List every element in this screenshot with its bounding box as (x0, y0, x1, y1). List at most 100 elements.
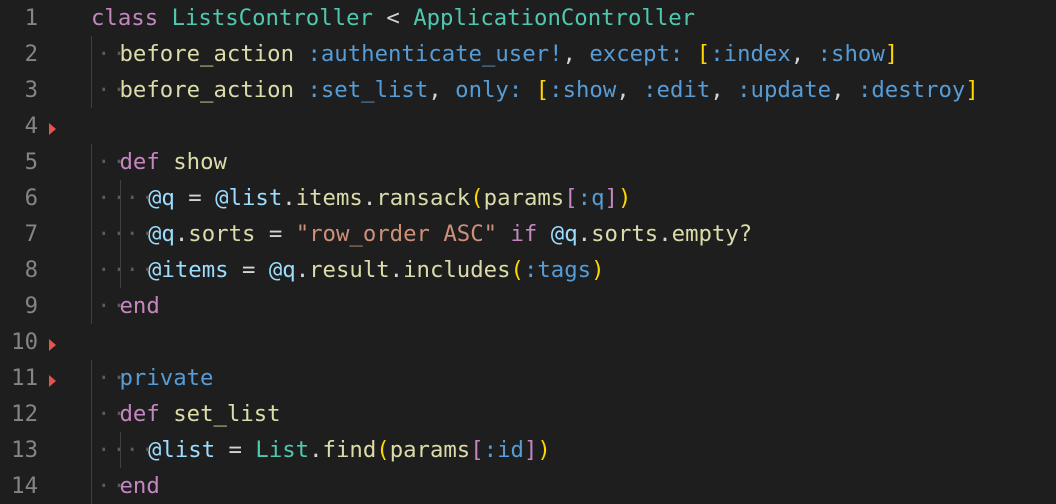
whitespace-dots: ·· (97, 257, 128, 283)
code-token: @items (148, 257, 229, 283)
code-line[interactable]: 6 @q = @list.items.ransack(params[:q]) ·· ·… (0, 180, 1056, 216)
code-token: result (309, 257, 390, 283)
code-token: ] (604, 185, 618, 211)
code-token: only: (455, 77, 523, 103)
whitespace-dots: ·· (97, 185, 128, 211)
code-token: [ (564, 185, 578, 211)
fold-marker-icon[interactable] (49, 123, 56, 135)
code-token: :authenticate_user! (307, 41, 563, 67)
code-token: ) (591, 257, 605, 283)
code-token: , (831, 77, 858, 103)
fold-marker-icon[interactable] (49, 339, 56, 351)
code-token: . (309, 437, 323, 463)
code-line[interactable]: 3 before_action :set_list, only: [:show, … (0, 72, 1056, 108)
code-token: private (119, 365, 214, 391)
indent-guide (91, 144, 92, 180)
line-number: 9 (24, 293, 38, 319)
line-number: 2 (24, 41, 38, 67)
code-token: ( (510, 257, 524, 283)
code-token: . (389, 257, 404, 283)
code-token: :show (817, 41, 885, 67)
code-editor[interactable]: 1 class ListsController < ApplicationCont… (0, 0, 1056, 504)
line-number: 13 (11, 437, 38, 463)
whitespace-dots: ·· (97, 149, 128, 175)
code-line[interactable]: 14 end ·· (0, 468, 1056, 504)
code-token: :edit (643, 77, 711, 103)
code-token: except: (589, 41, 684, 67)
whitespace-dots: ·· (125, 185, 157, 211)
code-token: ( (470, 185, 484, 211)
code-line[interactable]: 4 (0, 108, 1056, 144)
code-line[interactable]: 13 @list = List.find(params[:id]) ·· ·· (0, 432, 1056, 468)
code-token: . (295, 257, 310, 283)
whitespace-dots: ·· (97, 293, 128, 319)
code-token: items (295, 185, 363, 211)
whitespace-dots: ·· (97, 41, 128, 67)
code-content: class ListsController < ApplicationContr… (91, 0, 695, 36)
fold-marker-icon[interactable] (49, 375, 56, 387)
indent-guide (119, 180, 121, 216)
code-token: , (428, 77, 456, 103)
code-token: @q (268, 257, 296, 283)
line-number: 5 (24, 149, 38, 175)
code-token: < (372, 5, 414, 31)
indent-guide (91, 252, 92, 288)
code-token: ) (617, 185, 632, 211)
indent-guide (91, 180, 92, 216)
code-token: :index (710, 41, 791, 67)
whitespace-dots: ·· (97, 365, 128, 391)
line-number: 4 (24, 113, 38, 139)
whitespace-dots: ·· (97, 221, 128, 247)
code-token: sorts (188, 221, 256, 247)
code-line[interactable]: 1 class ListsController < ApplicationCont… (0, 0, 1056, 36)
code-line[interactable]: 5 def show ·· (0, 144, 1056, 180)
code-token: [ (470, 437, 484, 463)
code-content: before_action :authenticate_user!, excep… (120, 36, 899, 72)
code-token: = (174, 185, 216, 211)
code-token: find (322, 437, 377, 463)
code-token: = (228, 257, 269, 283)
indent-guide (91, 432, 92, 468)
code-token: params (389, 437, 471, 463)
code-token: @list (215, 185, 283, 211)
code-token: ) (537, 437, 551, 463)
code-line[interactable]: 12 def set_list ·· (0, 396, 1056, 432)
code-content: def set_list (120, 396, 281, 432)
code-token: . (174, 221, 189, 247)
code-token: ] (965, 77, 979, 103)
code-token: . (658, 221, 672, 247)
code-token: . (282, 185, 296, 211)
code-line[interactable]: 10 (0, 324, 1056, 360)
code-line[interactable]: 7 @q.sorts = "row_order ASC" if @q.sorts.… (0, 216, 1056, 252)
code-token: :id (483, 437, 524, 463)
indent-guide (91, 468, 92, 504)
code-content: private (120, 360, 214, 396)
code-token: show (173, 149, 227, 175)
code-line[interactable]: 11 private ·· (0, 360, 1056, 396)
indent-guide (119, 216, 121, 252)
code-token: List (255, 437, 310, 463)
code-line[interactable]: 9 end ·· (0, 288, 1056, 324)
code-token: set_list (173, 401, 281, 427)
code-token: :show (549, 77, 617, 103)
code-token: before_action (119, 77, 295, 103)
code-token: before_action (119, 41, 295, 67)
indent-guide (91, 36, 92, 72)
code-token: ListsController (171, 5, 373, 31)
code-content: def show (120, 144, 227, 180)
indent-guide (91, 396, 92, 432)
code-line[interactable]: 8 @items = @q.result.includes(:tags) ·· ·· (0, 252, 1056, 288)
code-token: if (510, 221, 538, 247)
code-token: = (255, 221, 296, 247)
whitespace-dots: ·· (97, 473, 128, 499)
code-token: :set_list (307, 77, 429, 103)
line-number: 1 (24, 5, 38, 31)
code-token: . (577, 221, 592, 247)
code-line[interactable]: 2 before_action :authenticate_user!, exce… (0, 36, 1056, 72)
